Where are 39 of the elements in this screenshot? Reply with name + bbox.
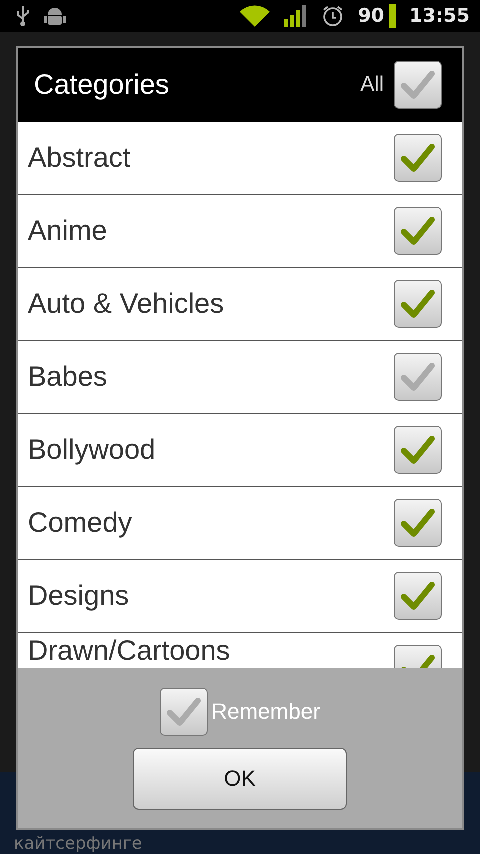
check-icon	[400, 508, 436, 538]
signal-icon	[284, 5, 308, 27]
android-icon	[44, 6, 66, 26]
check-icon	[166, 697, 202, 727]
check-icon	[400, 70, 436, 100]
category-label[interactable]: Designs	[28, 580, 394, 612]
check-icon	[400, 143, 436, 173]
category-label[interactable]: Babes	[28, 361, 394, 393]
category-label[interactable]: Auto & Vehicles	[28, 288, 394, 320]
category-label[interactable]: Comedy	[28, 507, 394, 539]
category-checkbox[interactable]	[394, 499, 442, 547]
alarm-icon	[322, 5, 344, 27]
ok-button[interactable]: OK	[133, 748, 347, 810]
category-label[interactable]: Anime	[28, 215, 394, 247]
category-checkbox[interactable]	[394, 572, 442, 620]
category-checkbox[interactable]	[394, 426, 442, 474]
category-label[interactable]: Drawn/Cartoons	[28, 635, 394, 667]
all-checkbox[interactable]	[394, 61, 442, 109]
check-icon	[400, 289, 436, 319]
remember-label: Remember	[212, 699, 320, 725]
category-label[interactable]: Bollywood	[28, 434, 394, 466]
remember-checkbox[interactable]	[160, 688, 208, 736]
battery-percent: 90	[358, 5, 385, 27]
category-checkbox[interactable]	[394, 280, 442, 328]
clock: 13:55	[410, 5, 470, 27]
check-icon	[400, 581, 436, 611]
usb-icon	[16, 5, 30, 27]
category-checkbox[interactable]	[394, 353, 442, 401]
check-icon	[400, 362, 436, 392]
wifi-icon	[240, 5, 270, 27]
all-label: All	[360, 73, 384, 97]
check-icon	[400, 216, 436, 246]
category-checkbox[interactable]	[394, 207, 442, 255]
battery-icon	[388, 4, 396, 28]
dialog-title: Categories	[34, 69, 170, 101]
category-label[interactable]: Abstract	[28, 142, 394, 174]
check-icon	[400, 435, 436, 465]
background-text: кайтсерфинге	[14, 834, 142, 854]
category-checkbox[interactable]	[394, 134, 442, 182]
